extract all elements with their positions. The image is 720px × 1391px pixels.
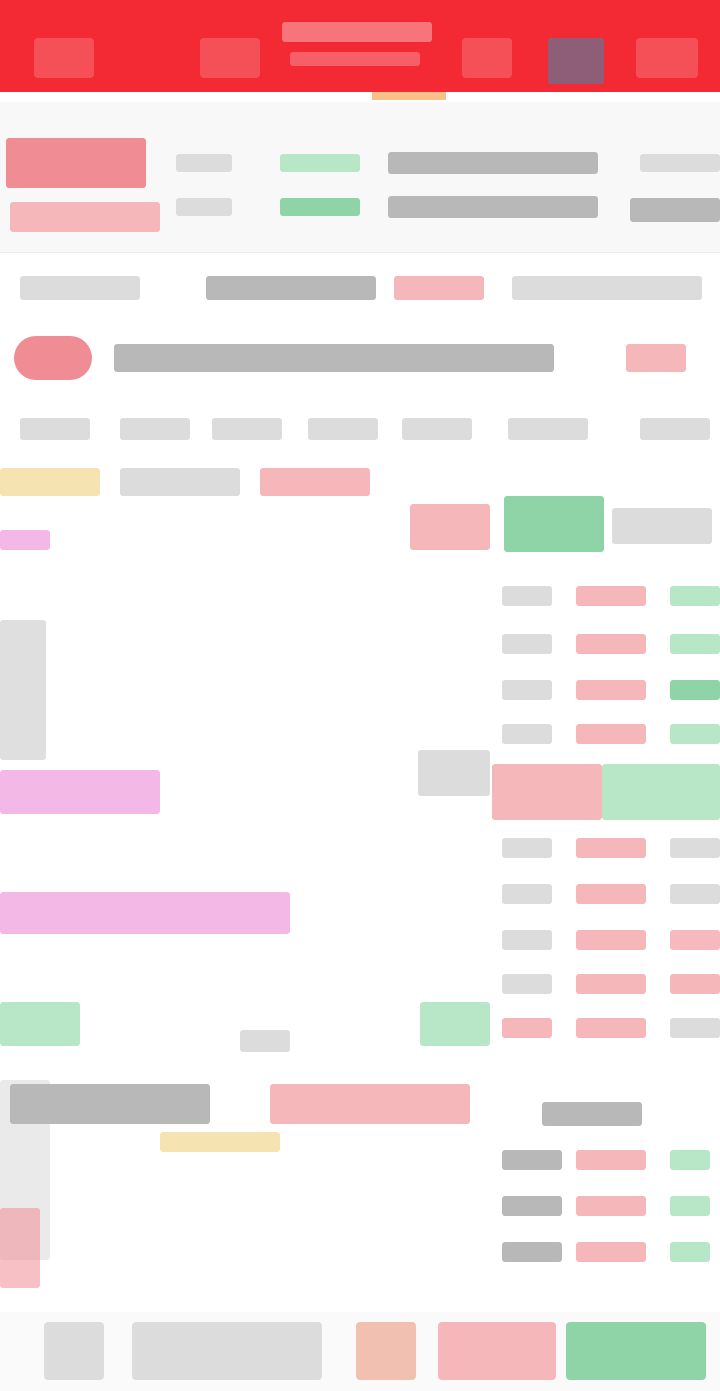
volume-bar: [0, 1208, 40, 1288]
stat-value: [280, 154, 360, 172]
comment-button[interactable]: [132, 1322, 322, 1380]
axis-label: [0, 1002, 80, 1046]
metric-item: [640, 418, 710, 440]
indicator-value: [270, 1084, 470, 1124]
top-header: [0, 0, 720, 92]
metric-item: [212, 418, 282, 440]
axis-label: [420, 1002, 490, 1046]
stat-value: [640, 154, 720, 172]
stat-value: [388, 152, 598, 174]
menu-icon[interactable]: [200, 38, 260, 78]
tab[interactable]: [260, 468, 370, 496]
notice-row[interactable]: [0, 322, 720, 394]
metric-item: [508, 418, 588, 440]
price-change: [10, 202, 160, 232]
order-book: [492, 496, 720, 1316]
stat-value: [280, 198, 360, 216]
info-value: [394, 276, 484, 300]
quote-summary: [0, 102, 720, 252]
search-icon[interactable]: [462, 38, 512, 78]
buy-button[interactable]: [438, 1322, 556, 1380]
metric-item: [120, 418, 190, 440]
alert-button[interactable]: [356, 1322, 416, 1380]
alert-icon: [14, 336, 92, 380]
info-row: [0, 262, 720, 316]
page-subtitle: [290, 52, 420, 66]
chart-marker: [0, 530, 50, 550]
stat-value: [630, 198, 720, 222]
notice-tag: [626, 344, 686, 372]
favorite-icon[interactable]: [548, 38, 604, 84]
tab-active[interactable]: [0, 468, 100, 496]
trade-header: [542, 1102, 642, 1126]
stat-label: [176, 154, 232, 172]
price-bar: [0, 620, 46, 760]
mid-volume: [602, 764, 720, 820]
info-label: [20, 276, 140, 300]
active-tab-indicator: [372, 92, 446, 100]
mid-price: [492, 764, 602, 820]
metric-item: [308, 418, 378, 440]
last-price: [6, 138, 146, 188]
metrics-row: [0, 402, 720, 458]
info-value: [512, 276, 702, 300]
metric-item: [402, 418, 472, 440]
price-chart[interactable]: [0, 500, 490, 1310]
chart-label: [410, 504, 490, 550]
info-value: [206, 276, 376, 300]
notice-text: [114, 344, 554, 372]
indicator-label: [10, 1084, 210, 1124]
ma-band: [0, 892, 290, 934]
stat-label: [176, 198, 232, 216]
book-header: [504, 496, 604, 552]
stat-value: [388, 196, 598, 218]
watchlist-button[interactable]: [44, 1322, 104, 1380]
page-title: [282, 22, 432, 42]
book-header: [612, 508, 712, 544]
more-icon[interactable]: [636, 38, 698, 78]
indicator-value: [160, 1132, 280, 1152]
sell-button[interactable]: [566, 1322, 706, 1380]
ma-band: [0, 770, 160, 814]
axis-label: [240, 1030, 290, 1052]
chart-tabs[interactable]: [0, 460, 720, 500]
back-icon[interactable]: [34, 38, 94, 78]
axis-label: [418, 750, 490, 796]
metric-item: [20, 418, 90, 440]
bottom-action-bar: [0, 1312, 720, 1391]
tab[interactable]: [120, 468, 240, 496]
